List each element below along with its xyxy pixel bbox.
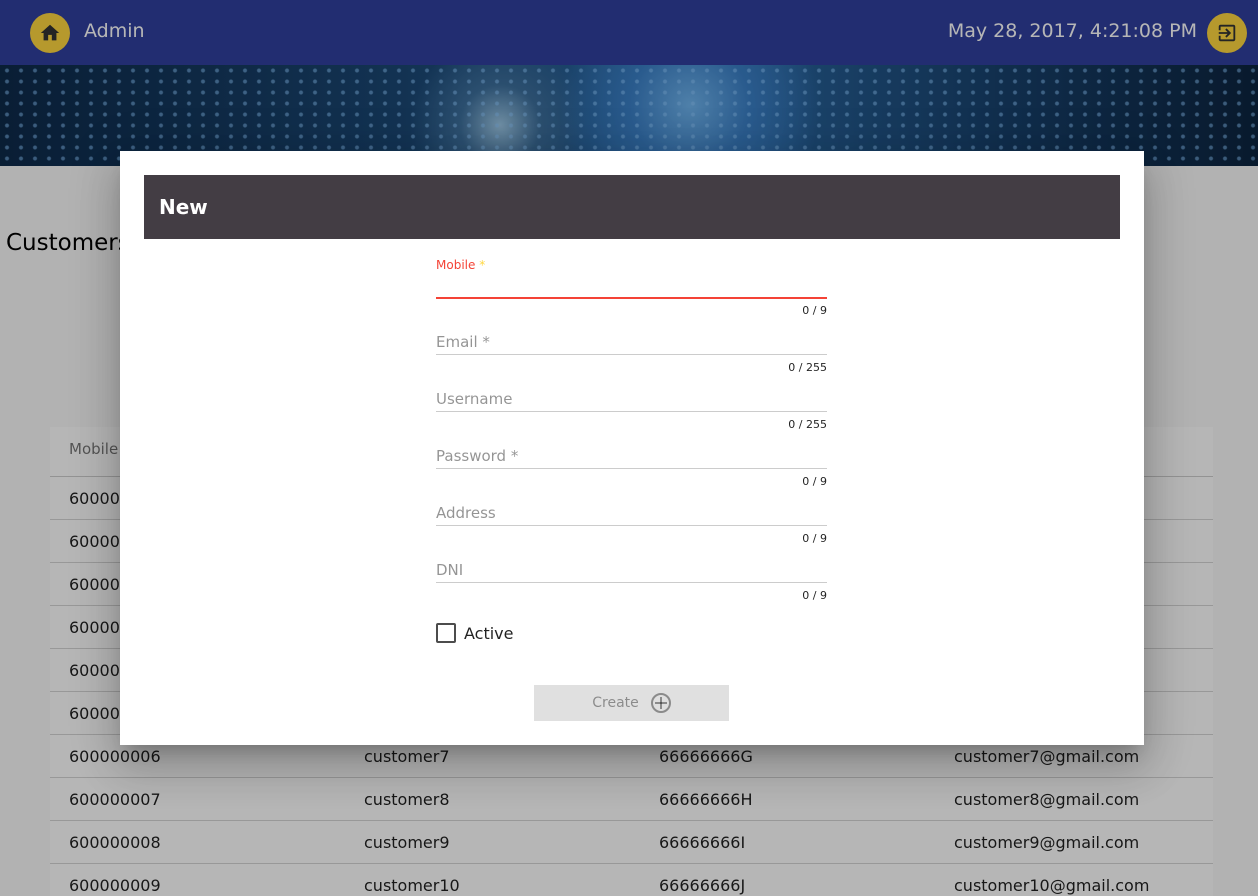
dialog-header: New (144, 175, 1120, 239)
address-char-counter: 0 / 9 (802, 532, 827, 545)
email-label: Email * (436, 333, 490, 351)
address-underline (436, 525, 827, 526)
active-label[interactable]: Active (464, 624, 514, 643)
create-button-label: Create (592, 695, 639, 711)
add-circle-outline-icon (650, 693, 671, 713)
address-label: Address (436, 504, 496, 522)
email-underline (436, 354, 827, 355)
password-field[interactable]: Password * 0 / 9 (436, 447, 827, 507)
password-underline (436, 468, 827, 469)
password-char-counter: 0 / 9 (802, 475, 827, 488)
dialog-title: New (159, 195, 208, 219)
mobile-label: Mobile * (436, 258, 486, 272)
required-asterisk: * (479, 258, 486, 272)
mobile-field[interactable]: Mobile * 0 / 9 (436, 258, 827, 318)
email-field[interactable]: Email * 0 / 255 (436, 333, 827, 393)
address-field[interactable]: Address 0 / 9 (436, 504, 827, 564)
username-field[interactable]: Username 0 / 255 (436, 390, 827, 450)
dni-label: DNI (436, 561, 464, 579)
dni-underline (436, 582, 827, 583)
username-label: Username (436, 390, 513, 408)
mobile-underline (436, 297, 827, 299)
new-customer-dialog: New Mobile * 0 / 9 Email * 0 / 255 Usern… (120, 151, 1144, 745)
password-label: Password * (436, 447, 519, 465)
mobile-char-counter: 0 / 9 (802, 304, 827, 317)
email-char-counter: 0 / 255 (788, 361, 827, 374)
active-checkbox-row[interactable]: Active (436, 623, 514, 643)
dni-char-counter: 0 / 9 (802, 589, 827, 602)
username-char-counter: 0 / 255 (788, 418, 827, 431)
username-underline (436, 411, 827, 412)
dni-field[interactable]: DNI 0 / 9 (436, 561, 827, 621)
active-checkbox[interactable] (436, 623, 456, 643)
create-button[interactable]: Create (534, 685, 729, 721)
